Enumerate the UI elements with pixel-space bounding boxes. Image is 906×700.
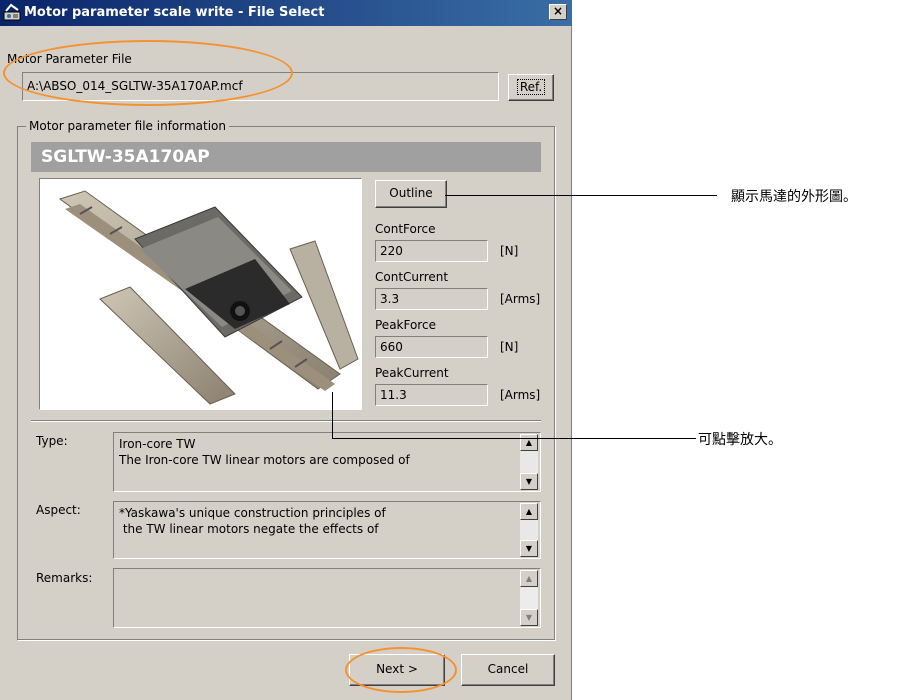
close-button[interactable]: × (549, 4, 567, 20)
remarks-textarea[interactable] (113, 568, 541, 628)
type-textarea[interactable]: Iron-core TW The Iron-core TW linear mot… (113, 432, 541, 492)
aspect-scrollbar[interactable]: ▲ ▼ (520, 503, 538, 557)
arrow-up-icon[interactable]: ▲ (520, 503, 538, 520)
arrow-down-icon: ▼ (520, 609, 538, 626)
spec-value-peakforce: 660 (375, 336, 488, 358)
spec-label-peakforce: PeakForce (375, 318, 436, 332)
callout-line-zoom-vertical (332, 392, 333, 439)
spec-unit-contcurrent: [Arms] (500, 292, 541, 306)
arrow-up-icon: ▲ (520, 570, 538, 587)
aspect-label: Aspect: (36, 503, 81, 517)
spec-unit-peakcurrent: [Arms] (500, 388, 541, 402)
type-scrollbar[interactable]: ▲ ▼ (520, 434, 538, 490)
remarks-scrollbar: ▲ ▼ (520, 570, 538, 626)
spec-value-contcurrent: 3.3 (375, 288, 488, 310)
callout-line-zoom-horizontal (332, 438, 696, 439)
motor-model-banner: SGLTW-35A170AP (31, 142, 541, 172)
callout-line-outline (445, 195, 717, 196)
aspect-line-1: *Yaskawa's unique construction principle… (119, 506, 386, 520)
ref-button[interactable]: Ref. (508, 74, 554, 101)
dialog-window: Motor parameter scale write - File Selec… (0, 0, 572, 700)
arrow-up-icon[interactable]: ▲ (520, 434, 538, 451)
spec-label-contcurrent: ContCurrent (375, 270, 449, 284)
ref-button-label: Ref. (516, 79, 546, 95)
title-bar[interactable]: Motor parameter scale write - File Selec… (0, 0, 572, 26)
spec-unit-contforce: [N] (500, 244, 519, 258)
outline-button[interactable]: Outline (375, 180, 447, 208)
callout-outline-note: 顯示馬達的外形圖。 (731, 189, 857, 205)
file-info-group-title: Motor parameter file information (26, 119, 230, 133)
callout-zoom-note: 可點擊放大。 (698, 432, 782, 448)
cancel-button[interactable]: Cancel (461, 654, 555, 686)
aspect-textarea[interactable]: *Yaskawa's unique construction principle… (113, 501, 541, 559)
type-line-2: The Iron-core TW linear motors are compo… (119, 453, 410, 467)
separator (31, 420, 541, 422)
arrow-down-icon[interactable]: ▼ (520, 473, 538, 490)
highlight-oval-next (345, 647, 457, 693)
linear-motor-picture (58, 190, 359, 405)
spec-label-contforce: ContForce (375, 222, 436, 236)
highlight-oval-file (3, 40, 293, 106)
spec-label-peakcurrent: PeakCurrent (375, 366, 449, 380)
spec-value-peakcurrent: 11.3 (375, 384, 488, 406)
type-label: Type: (36, 434, 68, 448)
aspect-line-2: the TW linear motors negate the effects … (119, 522, 379, 536)
spec-unit-peakforce: [N] (500, 340, 519, 354)
remarks-label: Remarks: (36, 571, 93, 585)
app-window-icon (3, 3, 21, 21)
arrow-down-icon[interactable]: ▼ (520, 540, 538, 557)
motor-image[interactable] (39, 178, 362, 410)
spec-value-contforce: 220 (375, 240, 488, 262)
window-title: Motor parameter scale write - File Selec… (24, 5, 325, 20)
